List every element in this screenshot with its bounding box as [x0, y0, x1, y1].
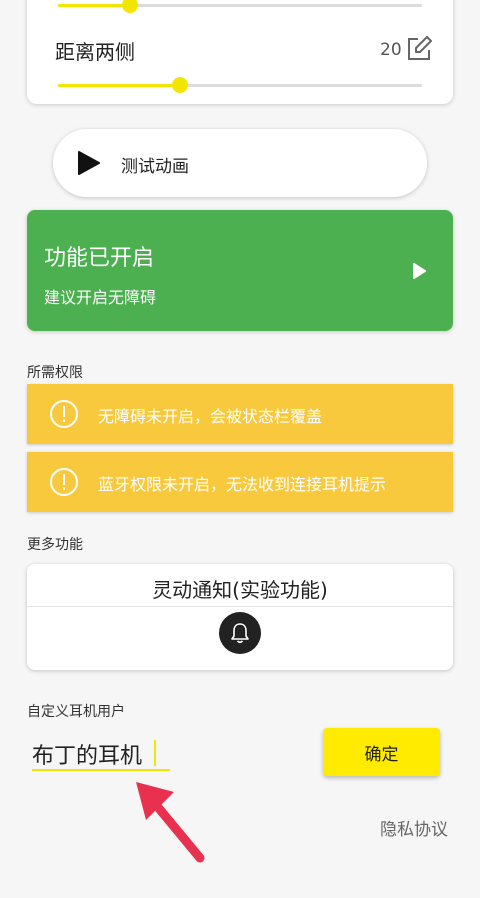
- accessibility-warning[interactable]: 无障碍未开启，会被状态栏覆盖: [27, 384, 453, 444]
- distance-label: 距离两侧: [55, 40, 135, 64]
- distance-slider[interactable]: [58, 77, 422, 93]
- confirm-button[interactable]: 确定: [323, 728, 440, 776]
- distance-value: 20: [380, 40, 402, 60]
- bluetooth-warning-text: 蓝牙权限未开启，无法收到连接耳机提示: [98, 475, 387, 494]
- custom-user-section-label: 自定义耳机用户: [27, 704, 125, 720]
- distance-slider-fill: [58, 84, 180, 87]
- top-slider[interactable]: [58, 0, 422, 13]
- chevron-right-icon: [413, 263, 426, 279]
- input-underline: [32, 769, 170, 771]
- top-slider-fill: [58, 4, 130, 7]
- bluetooth-warning[interactable]: 蓝牙权限未开启，无法收到连接耳机提示: [27, 452, 453, 512]
- dynamic-notification-button[interactable]: [219, 612, 261, 654]
- feature-status-subtitle: 建议开启无障碍: [44, 288, 157, 307]
- play-icon: [78, 151, 100, 175]
- test-animation-label: 测试动画: [121, 157, 189, 177]
- warning-icon: [50, 400, 78, 428]
- distance-slider-thumb[interactable]: [172, 77, 188, 93]
- permissions-section-label: 所需权限: [27, 365, 83, 381]
- bell-icon: [231, 623, 249, 644]
- more-features-section-label: 更多功能: [27, 537, 83, 553]
- test-animation-button[interactable]: 测试动画: [53, 129, 427, 197]
- feature-status-title: 功能已开启: [44, 246, 155, 271]
- red-arrow-icon: [136, 782, 205, 863]
- warning-icon: [50, 468, 78, 496]
- feature-status-card[interactable]: 功能已开启 建议开启无障碍: [27, 210, 453, 331]
- earphone-name-input[interactable]: [32, 737, 168, 771]
- privacy-policy-link[interactable]: 隐私协议: [380, 815, 448, 840]
- divider: [27, 606, 453, 607]
- text-caret: [154, 740, 156, 766]
- dynamic-notification-title: 灵动通知(实验功能): [152, 578, 328, 602]
- edit-icon[interactable]: [406, 36, 432, 62]
- dynamic-notification-card: 灵动通知(实验功能): [27, 564, 453, 670]
- accessibility-warning-text: 无障碍未开启，会被状态栏覆盖: [98, 407, 323, 426]
